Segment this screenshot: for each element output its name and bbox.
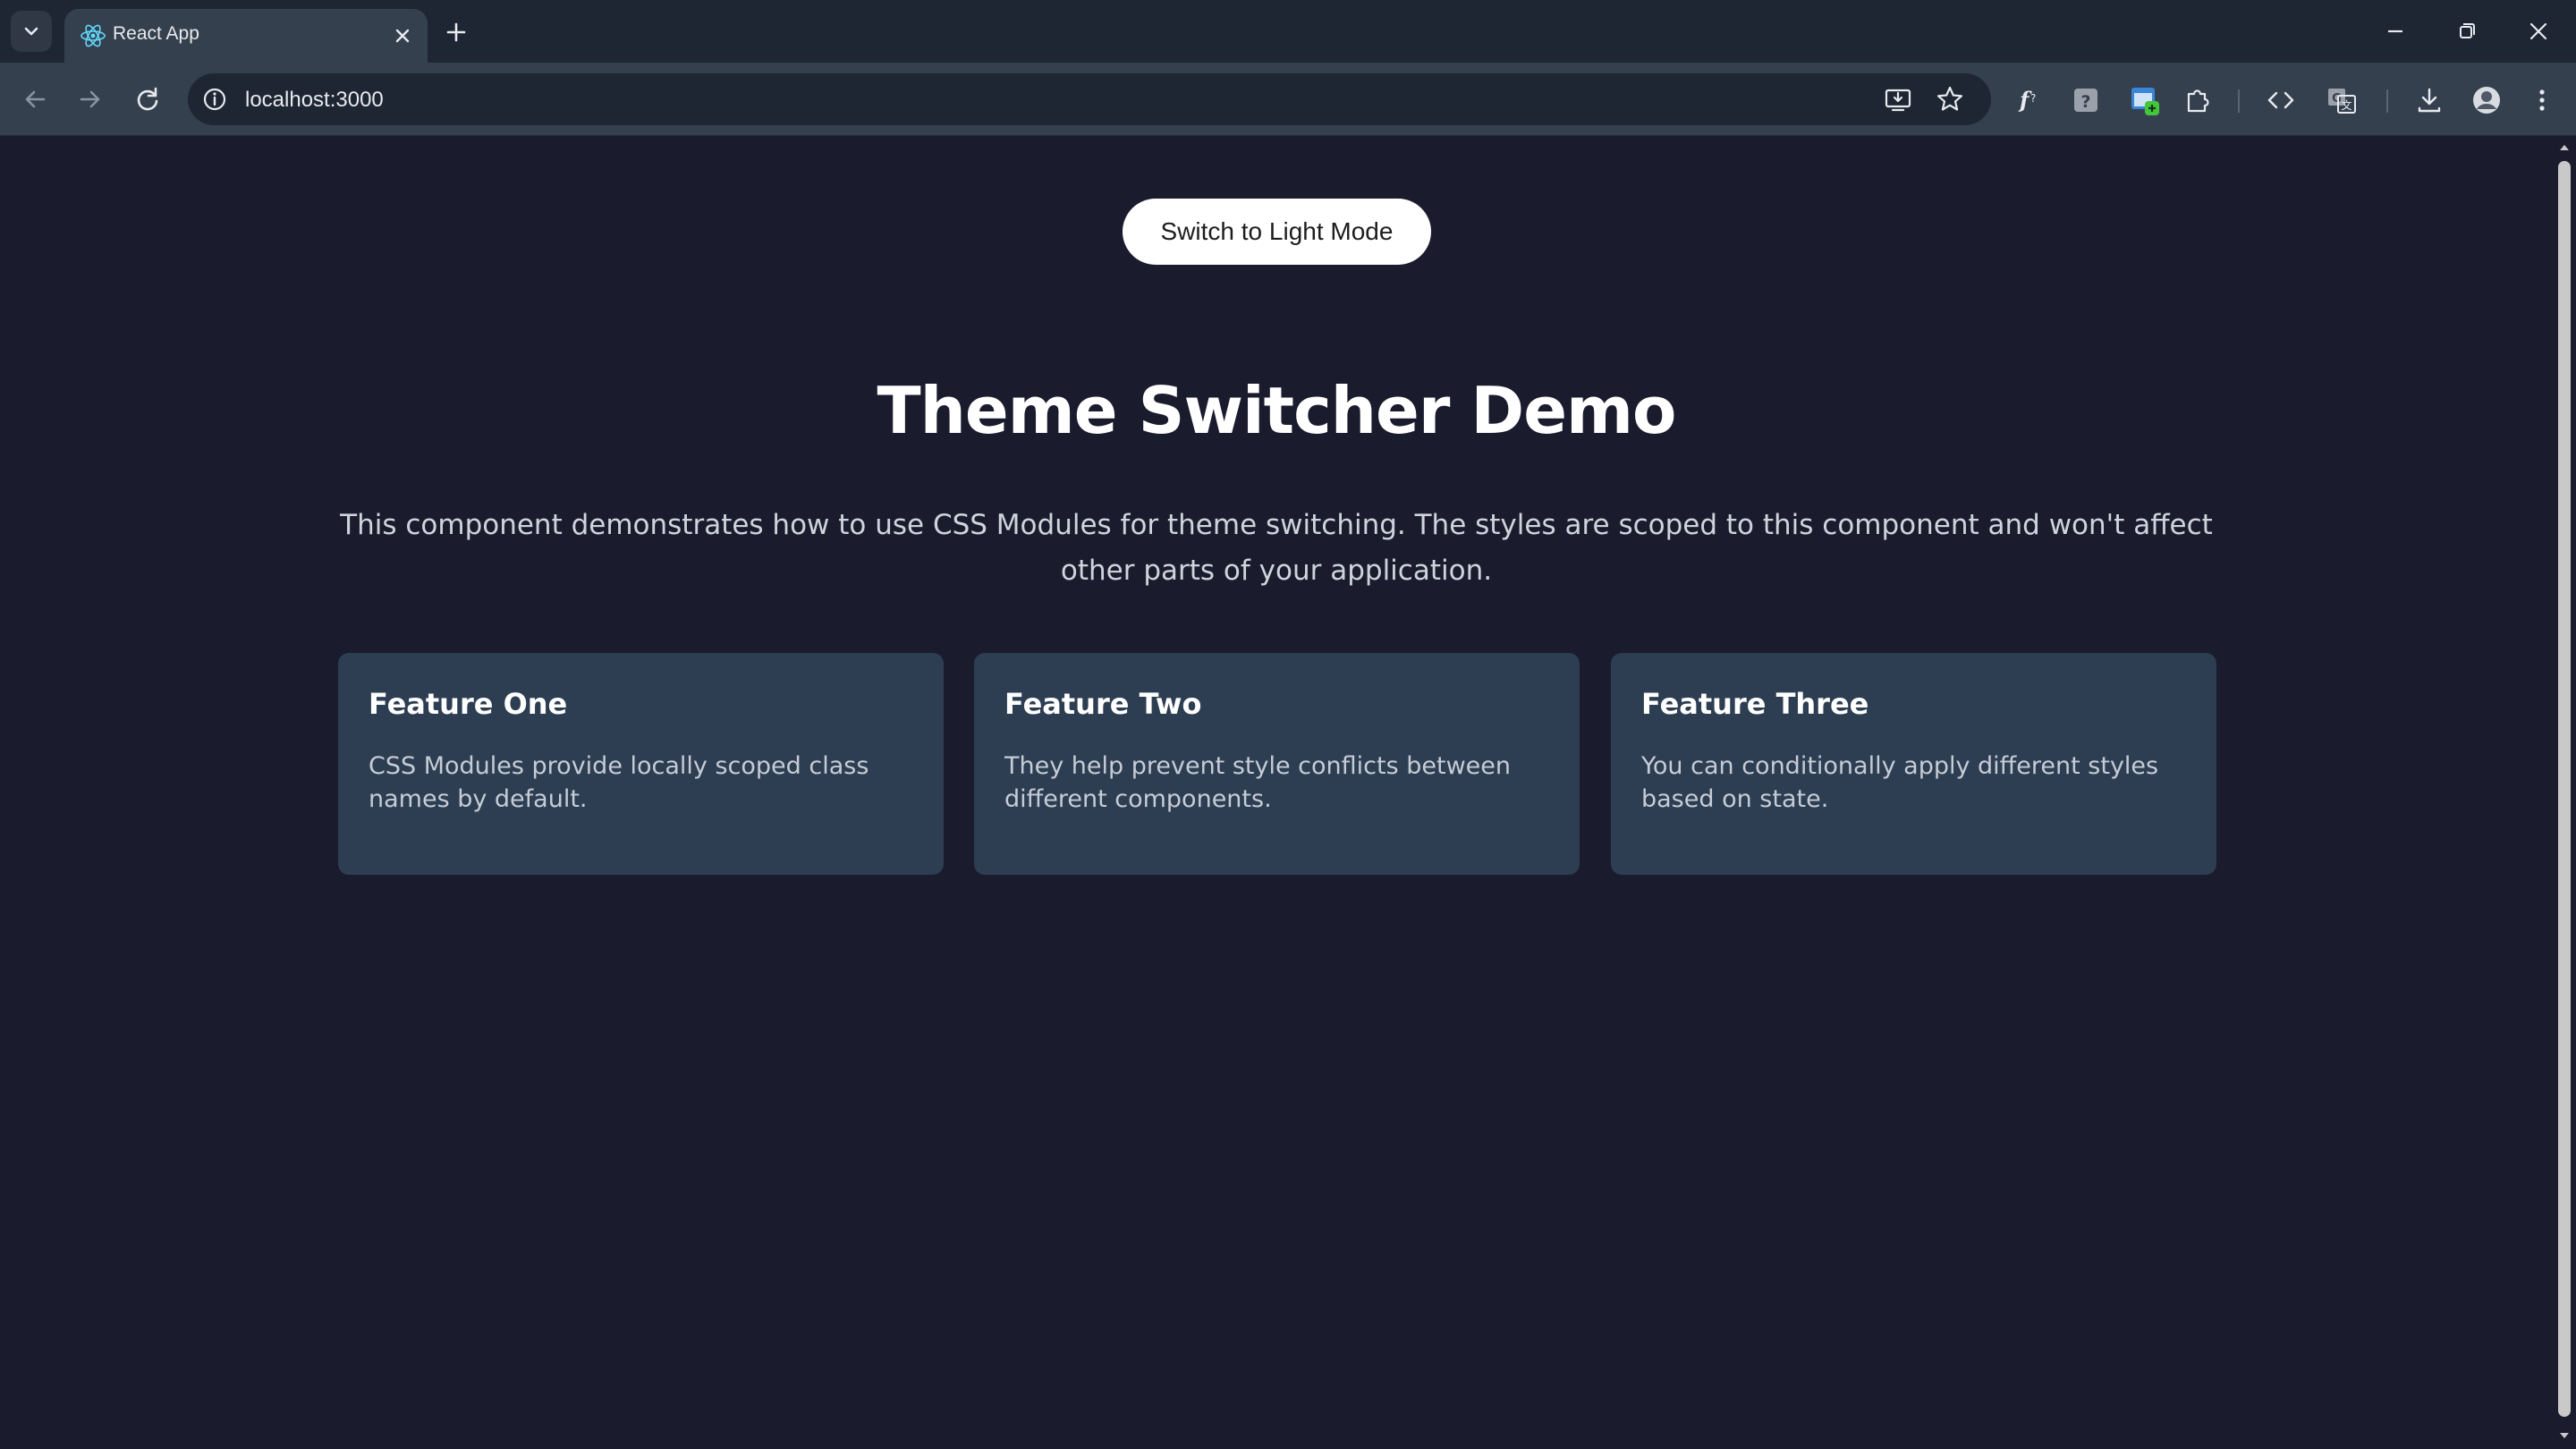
svg-text:?: ? <box>2080 92 2090 112</box>
feature-card-title: Feature Two <box>1004 687 1202 721</box>
window-close-icon[interactable] <box>2515 11 2562 52</box>
svg-text:?: ? <box>2030 92 2036 105</box>
svg-text:G: G <box>2332 92 2342 106</box>
scroll-down-arrow-icon[interactable] <box>2558 1429 2571 1442</box>
tab-search-button[interactable] <box>11 11 52 52</box>
help-extension-icon[interactable]: ? <box>2068 82 2104 118</box>
page-description: This component demonstrates how to use C… <box>340 509 2213 587</box>
back-arrow-icon[interactable] <box>16 80 54 118</box>
translate-icon[interactable]: G 文 <box>2324 82 2360 118</box>
feature-card-text: They help prevent style conflicts betwee… <box>1004 752 1511 813</box>
vertical-scrollbar[interactable] <box>2553 136 2576 1449</box>
toolbar-divider <box>2386 89 2388 113</box>
scroll-up-arrow-icon[interactable] <box>2558 141 2571 154</box>
forward-arrow-icon[interactable] <box>72 80 109 118</box>
code-icon[interactable] <box>2263 82 2299 118</box>
font-extension-icon[interactable]: f ? <box>2011 82 2046 118</box>
react-favicon-icon <box>80 24 106 47</box>
restore-icon[interactable] <box>2444 11 2490 52</box>
tab-search-icon <box>24 27 38 36</box>
download-icon[interactable] <box>2411 82 2447 118</box>
minimize-icon[interactable] <box>2372 11 2419 52</box>
close-icon[interactable] <box>388 21 417 50</box>
browser-tab-bar: React App <box>0 0 2576 63</box>
plus-icon[interactable] <box>438 14 474 50</box>
feature-card: Feature Three You can conditionally appl… <box>1611 653 2216 875</box>
feature-card: Feature One CSS Modules provide locally … <box>338 653 944 875</box>
feature-card: Feature Two They help prevent style conf… <box>974 653 1580 875</box>
window-extension-icon[interactable] <box>2127 82 2163 118</box>
kebab-menu-icon[interactable] <box>2524 82 2560 118</box>
address-bar[interactable]: localhost:3000 <box>188 73 1991 125</box>
scrollbar-thumb[interactable] <box>2558 161 2571 1417</box>
star-icon[interactable] <box>1934 83 1966 115</box>
install-app-icon[interactable] <box>1882 83 1914 115</box>
address-url[interactable]: localhost:3000 <box>245 88 384 113</box>
feature-card-text: CSS Modules provide locally scoped class… <box>369 752 869 813</box>
feature-card-title: Feature One <box>369 687 568 721</box>
toolbar-divider <box>2238 89 2240 113</box>
profile-avatar-icon[interactable] <box>2469 82 2504 118</box>
page-viewport: Switch to Light Mode Theme Switcher Demo… <box>0 136 2553 1449</box>
puzzle-icon[interactable] <box>2181 82 2216 118</box>
info-icon[interactable] <box>200 85 229 114</box>
browser-tab[interactable]: React App <box>64 9 428 63</box>
feature-card-title: Feature Three <box>1641 687 1869 721</box>
page-title: Theme Switcher Demo <box>877 373 1676 448</box>
theme-toggle-button[interactable]: Switch to Light Mode <box>1123 199 1431 265</box>
svg-text:文: 文 <box>2341 98 2351 112</box>
reload-icon[interactable] <box>129 80 166 118</box>
browser-toolbar: localhost:3000 f ? ? G 文 <box>0 63 2576 136</box>
tab-title: React App <box>113 23 199 44</box>
feature-card-text: You can conditionally apply different st… <box>1641 752 2159 813</box>
